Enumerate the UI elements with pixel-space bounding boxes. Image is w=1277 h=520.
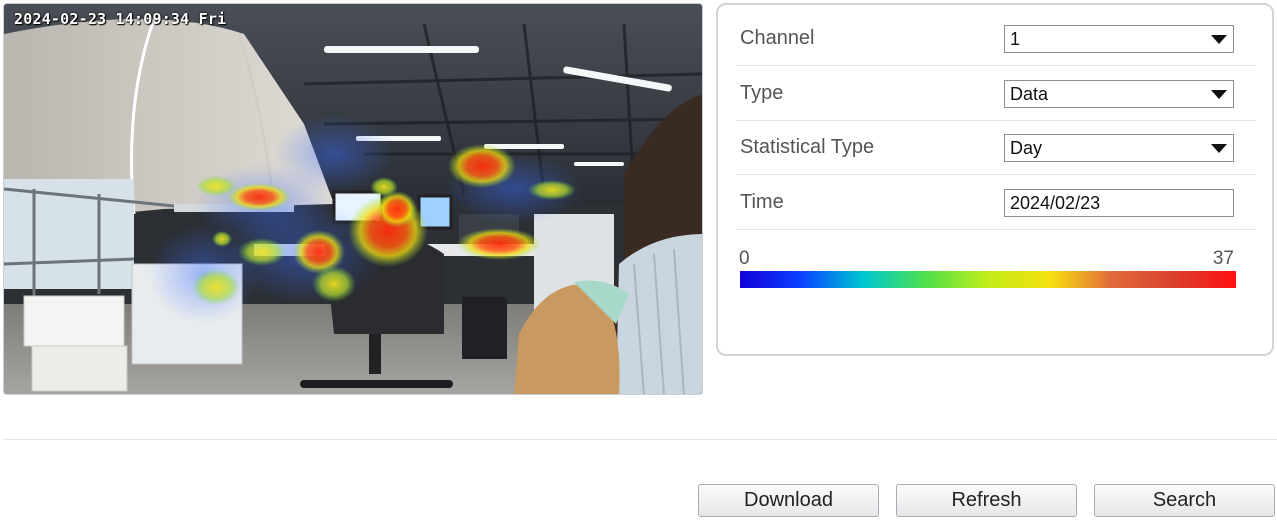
download-button[interactable]: Download <box>698 484 879 517</box>
time-input[interactable]: 2024/02/23 <box>1004 189 1234 217</box>
refresh-button[interactable]: Refresh <box>896 484 1077 517</box>
type-row: Type Data <box>736 66 1256 121</box>
chevron-down-icon <box>1211 144 1227 153</box>
type-label: Type <box>740 82 784 104</box>
heatmap-settings-panel: Channel 1 Type Data Statistical Type Day… <box>716 3 1274 356</box>
divider <box>3 439 1277 440</box>
type-select-value: Data <box>1010 84 1049 104</box>
chevron-down-icon <box>1211 35 1227 44</box>
channel-select-value: 1 <box>1010 29 1021 49</box>
camera-timestamp-osd: 2024-02-23 14:09:34 Fri <box>14 10 227 28</box>
time-row: Time 2024/02/23 <box>736 175 1256 230</box>
channel-row: Channel 1 <box>736 11 1256 66</box>
heatmap-video-view: 2024-02-23 14:09:34 Fri <box>3 3 703 395</box>
channel-label: Channel <box>740 27 815 49</box>
camera-scene <box>4 4 702 394</box>
time-label: Time <box>740 191 784 213</box>
channel-select[interactable]: 1 <box>1004 25 1234 53</box>
heat-color-scale <box>740 271 1236 288</box>
statistical-type-select[interactable]: Day <box>1004 134 1234 162</box>
statistical-type-label: Statistical Type <box>740 136 875 158</box>
scale-min-label: 0 <box>739 248 750 269</box>
search-button[interactable]: Search <box>1094 484 1275 517</box>
chevron-down-icon <box>1211 90 1227 99</box>
statistical-type-row: Statistical Type Day <box>736 120 1256 175</box>
statistical-type-select-value: Day <box>1010 138 1043 158</box>
type-select[interactable]: Data <box>1004 80 1234 108</box>
scale-max-label: 37 <box>1212 248 1234 269</box>
